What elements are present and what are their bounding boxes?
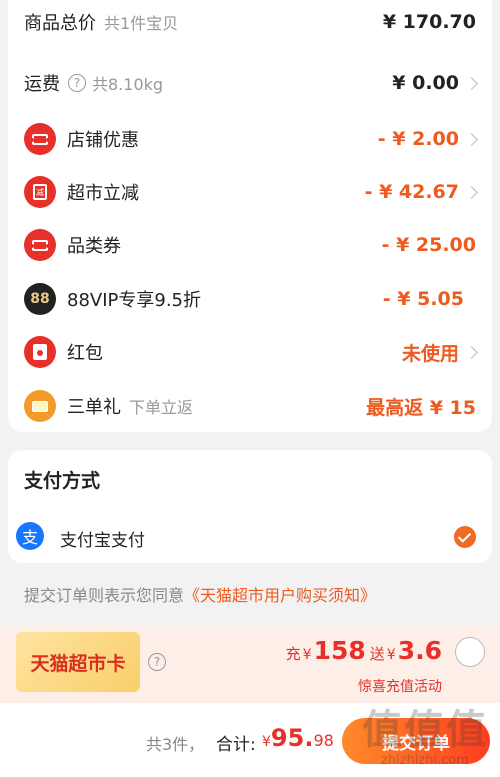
discount-label: 店铺优惠	[67, 130, 139, 151]
discount-row-category[interactable]: 品类券 - ¥ 25.00	[8, 225, 492, 265]
discount-value: - ¥ 5.05	[382, 288, 464, 310]
payment-title: 支付方式	[24, 470, 101, 492]
watermark-url: zhizhizhi.com	[381, 753, 469, 768]
chevron-right-icon	[465, 345, 478, 359]
discount-value: - ¥ 2.00	[377, 128, 459, 150]
discount-value: 未使用	[401, 342, 459, 365]
charge-amount: 158	[313, 636, 366, 665]
agreement-text: 提交订单则表示您同意《天猫超市用户购买须知》	[24, 582, 376, 606]
discount-value-wrap: - ¥ 2.00	[377, 128, 478, 150]
goods-total-label: 商品总价	[24, 13, 96, 34]
discount-value-wrap: - ¥ 25.00	[382, 234, 476, 256]
goods-total-value: ¥ 170.70	[382, 11, 476, 33]
goods-total-count: 共1件宝贝	[104, 14, 179, 33]
agreement-prefix: 提交订单则表示您同意	[24, 586, 185, 605]
ticket-icon	[24, 229, 56, 261]
checkmark-icon[interactable]	[454, 526, 476, 548]
gift-card-icon	[24, 390, 56, 422]
shipping-value: ¥ 0.00	[392, 72, 459, 94]
alipay-icon: 支	[16, 522, 44, 550]
total-decimal: 98	[313, 731, 334, 750]
discount-value-wrap: - ¥ 42.67	[364, 181, 478, 203]
reduce-icon: 减	[24, 176, 56, 208]
discount-value: - ¥ 42.67	[364, 181, 459, 203]
total-amount: ¥ 95. 98	[262, 724, 334, 752]
tmall-card-badge[interactable]: 天猫超市卡	[16, 632, 140, 692]
discount-label: 超市立减	[67, 183, 139, 204]
discount-row-red-envelope[interactable]: 红包 未使用	[8, 332, 492, 372]
item-count: 共3件，	[146, 735, 205, 754]
red-envelope-icon	[24, 336, 56, 368]
discount-row-three-orders[interactable]: 三单礼 下单立返 最高返 ¥ 15	[8, 386, 492, 426]
chevron-right-icon	[465, 76, 478, 90]
88vip-icon: 88	[24, 283, 56, 315]
ticket-icon	[24, 123, 56, 155]
shipping-label: 运费	[24, 74, 60, 95]
discount-row-store[interactable]: 店铺优惠 - ¥ 2.00	[8, 119, 492, 159]
topup-offer: 充 ¥ 158 送 ¥ 3.6	[286, 636, 442, 665]
discount-label: 88VIP专享9.5折	[67, 290, 202, 311]
currency-symbol: ¥	[386, 647, 396, 663]
discount-sub: 下单立返	[129, 398, 194, 417]
watermark: 值值值 zhizhizhi.com	[350, 697, 500, 777]
goods-total-row: 商品总价 共1件宝贝 ¥ 170.70	[8, 2, 492, 42]
discount-value-wrap: - ¥ 5.05	[383, 288, 464, 310]
chevron-right-icon	[465, 132, 478, 146]
discount-row-88vip[interactable]: 88 88VIP专享9.5折 - ¥ 5.05	[8, 279, 492, 319]
help-icon[interactable]: ?	[148, 653, 166, 671]
shipping-weight: 共8.10kg	[92, 75, 164, 94]
agreement-link[interactable]: 《天猫超市用户购买须知》	[184, 586, 376, 605]
currency-symbol: ¥	[262, 734, 271, 750]
payment-method-label[interactable]: 支付宝支付	[60, 526, 145, 551]
discount-row-supermarket[interactable]: 减 超市立减 - ¥ 42.67	[8, 172, 492, 212]
discount-value: 最高返 ¥ 15	[366, 396, 476, 419]
charge-prefix: 充	[285, 645, 301, 663]
discount-value-wrap: 最高返 ¥ 15	[366, 393, 476, 420]
watermark-text: 值值值	[362, 707, 488, 753]
shipping-value-wrap: ¥ 0.00	[392, 72, 478, 94]
discount-label: 三单礼	[67, 397, 121, 418]
discount-label: 红包	[67, 343, 103, 364]
bonus-prefix: 送	[369, 645, 385, 663]
topup-subtext: 惊喜充值活动	[358, 679, 442, 695]
currency-symbol: ¥	[302, 647, 312, 663]
total-label: 合计:	[216, 735, 256, 755]
bonus-amount: 3.6	[397, 636, 442, 665]
discount-value: - ¥ 25.00	[381, 234, 476, 256]
shipping-row[interactable]: 运费 ? 共8.10kg ¥ 0.00	[8, 63, 492, 103]
help-icon[interactable]: ?	[68, 74, 86, 92]
topup-radio[interactable]	[455, 637, 485, 667]
chevron-right-icon	[465, 185, 478, 199]
discount-value-wrap: 未使用	[401, 339, 478, 366]
order-summary-card: 商品总价 共1件宝贝 ¥ 170.70 运费 ? 共8.10kg ¥ 0.00 …	[8, 0, 492, 432]
total-integer: 95.	[270, 724, 314, 752]
discount-label: 品类券	[67, 236, 121, 257]
